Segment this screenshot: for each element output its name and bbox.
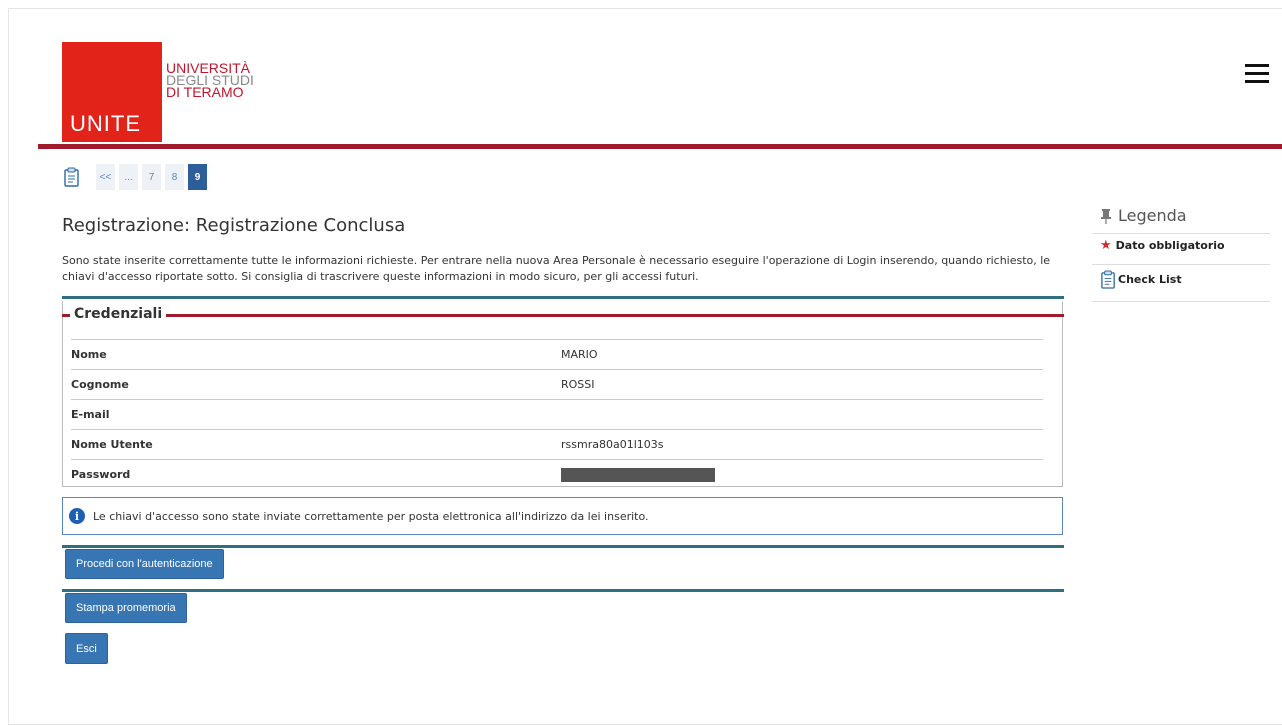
logo-university-name: UNIVERSITÀ DEGLI STUDI DI TERAMO (166, 61, 254, 100)
legend-rule (1092, 233, 1270, 234)
page-title: Registrazione: Registrazione Conclusa (62, 215, 406, 236)
row-label-cognome: Cognome (71, 369, 561, 400)
table-row: Password (71, 459, 1043, 489)
pager-step-7[interactable]: 7 (142, 164, 161, 190)
pager-ellipsis[interactable]: ... (119, 164, 138, 190)
table-row: Nome Utente rssmra80a01l103s (71, 429, 1043, 460)
legend-title-text: Legenda (1118, 206, 1187, 225)
unite-logo[interactable]: UNITE (62, 42, 162, 142)
row-label-password: Password (71, 459, 561, 489)
credentials-legend: Credenziali (62, 304, 1064, 324)
row-value-username: rssmra80a01l103s (561, 429, 1043, 460)
info-icon: i (69, 508, 85, 524)
required-star-icon: ★ (1100, 238, 1112, 253)
row-value-password (561, 459, 1043, 489)
info-message-box: i Le chiavi d'accesso sono state inviate… (62, 497, 1063, 535)
header-divider (38, 144, 1282, 149)
legend-title: Legenda (1100, 206, 1187, 225)
step-pager: << ... 7 8 9 (96, 164, 207, 190)
legend-checklist[interactable]: Check List (1100, 270, 1182, 289)
section-divider (62, 296, 1064, 299)
row-value-nome: MARIO (561, 339, 1043, 370)
exit-button[interactable]: Esci (65, 633, 108, 664)
pin-icon (1101, 208, 1111, 224)
row-label-email: E-mail (71, 399, 561, 430)
row-label-username: Nome Utente (71, 429, 561, 460)
row-label-nome: Nome (71, 339, 561, 370)
row-value-cognome: ROSSI (561, 369, 1043, 400)
checklist-icon[interactable] (63, 167, 81, 187)
legend-required: ★ Dato obbligatorio (1100, 238, 1225, 253)
row-value-email (561, 399, 1043, 430)
pager-step-8[interactable]: 8 (165, 164, 184, 190)
table-row: Nome MARIO (71, 339, 1043, 370)
legend-rule (1092, 264, 1270, 265)
intro-text: Sono state inserite correttamente tutte … (62, 254, 1051, 283)
credentials-table: Nome MARIO Cognome ROSSI E-mail Nome Ute… (71, 339, 1043, 489)
pager-first[interactable]: << (96, 164, 115, 190)
logo-line-3: DI TERAMO (166, 84, 244, 100)
legend-required-text: Dato obbligatorio (1115, 239, 1225, 252)
legend-rule (1092, 301, 1270, 302)
legend-checklist-text: Check List (1118, 273, 1182, 286)
credentials-legend-text: Credenziali (70, 306, 167, 322)
table-row: Cognome ROSSI (71, 369, 1043, 400)
logo-short-text: UNITE (70, 111, 141, 136)
proceed-authentication-button[interactable]: Procedi con l'autenticazione (65, 549, 224, 579)
info-message-text: Le chiavi d'accesso sono state inviate c… (93, 509, 649, 523)
menu-icon[interactable] (1245, 64, 1269, 84)
table-row: E-mail (71, 399, 1043, 430)
pager-step-9-current[interactable]: 9 (188, 164, 207, 190)
button-divider-1 (62, 545, 1064, 548)
print-reminder-button[interactable]: Stampa promemoria (65, 593, 187, 623)
button-divider-2 (62, 589, 1064, 592)
checklist-icon (1101, 270, 1115, 289)
password-redaction (561, 467, 715, 482)
